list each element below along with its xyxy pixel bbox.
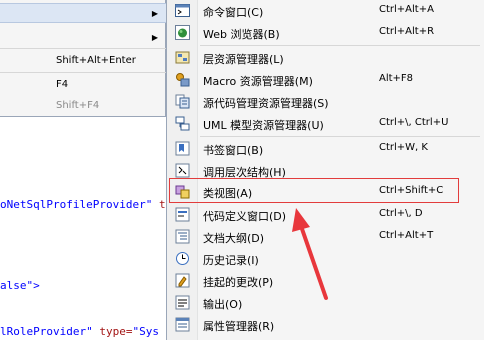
annotation-arrow <box>292 208 328 300</box>
